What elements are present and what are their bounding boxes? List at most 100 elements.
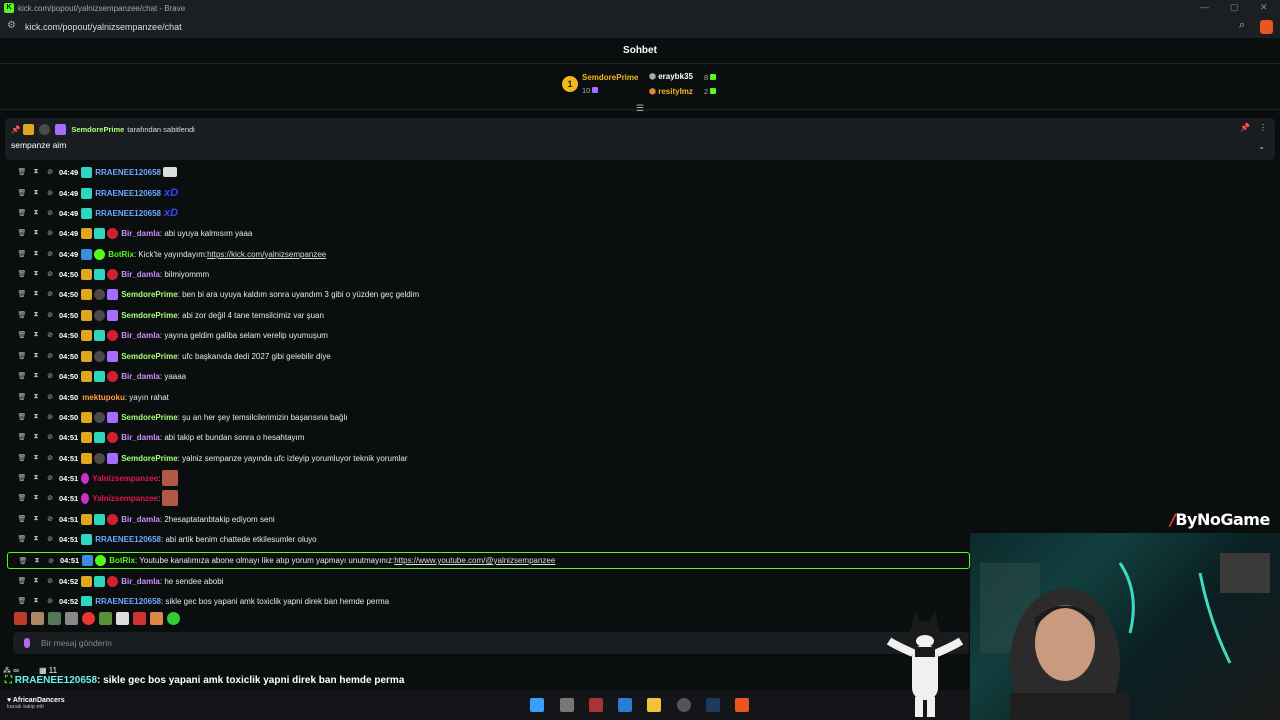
ban-icon[interactable]: ⊘ [43, 474, 57, 482]
delete-message-icon[interactable]: 🗑 [15, 474, 29, 482]
chat-message-row[interactable]: 🗑 ⧗ ⊘ 04:51 Bir_damla: 2hesaptatanbtakip edi… [15, 511, 275, 527]
timeout-icon[interactable]: ⧗ [29, 250, 43, 258]
timeout-icon[interactable]: ⧗ [29, 311, 43, 319]
message-link[interactable]: https://kick.com/yalnizsempanzee [207, 250, 326, 259]
leader-first-name[interactable]: SemdorePrime [582, 73, 638, 82]
chat-message-row[interactable]: 🗑 ⧗ ⊘ 04:51 Yalnizsempanzee: [15, 470, 179, 486]
task-view-icon[interactable] [560, 698, 574, 712]
message-username[interactable]: RRAENEE120658 [95, 209, 161, 218]
zoom-icon[interactable]: ⌕ [1239, 19, 1245, 32]
ban-icon[interactable]: ⊘ [43, 494, 57, 502]
ban-icon[interactable]: ⊘ [43, 454, 57, 462]
timeout-icon[interactable]: ⧗ [29, 189, 43, 197]
app-icon[interactable] [589, 698, 603, 712]
chat-message-row[interactable]: 🗑 ⧗ ⊘ 04:49 Bir_damla: abi uyuya kalmısım ya… [15, 225, 252, 241]
delete-message-icon[interactable]: 🗑 [15, 168, 29, 176]
message-username[interactable]: Bir_damla [121, 229, 160, 238]
chat-message-row[interactable]: 🗑 ⧗ ⊘ 04:52 RRAENEE120658: sikle gec bos yap… [15, 593, 389, 606]
chat-message-row[interactable]: 🗑 ⧗ ⊘ 04:50 SemdorePrime: abi zor değil 4 ta… [15, 307, 324, 323]
delete-message-icon[interactable]: 🗑 [15, 209, 29, 217]
chat-input[interactable]: Bir mesaj gönderin [13, 632, 969, 654]
delete-message-icon[interactable]: 🗑 [15, 189, 29, 197]
store-icon[interactable] [618, 698, 632, 712]
message-username[interactable]: Yalnizsempanzee [92, 494, 158, 503]
ban-icon[interactable]: ⊘ [43, 331, 57, 339]
close-icon[interactable]: ✕ [1260, 2, 1268, 13]
url-text[interactable]: kick.com/popout/yalnizsempanzee/chat [25, 22, 182, 32]
delete-message-icon[interactable]: 🗑 [15, 331, 29, 339]
message-username[interactable]: Bir_damla [121, 515, 160, 524]
timeout-icon[interactable]: ⧗ [29, 372, 43, 380]
steam-icon[interactable] [706, 698, 720, 712]
ban-icon[interactable]: ⊘ [43, 393, 57, 401]
minimize-icon[interactable]: — [1200, 2, 1209, 12]
delete-message-icon[interactable]: 🗑 [15, 515, 29, 523]
chat-message-row[interactable]: 🗑 ⧗ ⊘ 04:52 Bir_damla: he sendee abobi [15, 573, 223, 589]
ban-icon[interactable]: ⊘ [43, 577, 57, 585]
chat-message-row[interactable]: 🗑 ⧗ ⊘ 04:51 RRAENEE120658: abi artik benim c… [15, 531, 317, 547]
message-username[interactable]: Yalnizsempanzee [92, 474, 158, 483]
message-username[interactable]: SemdorePrime [121, 311, 177, 320]
message-username[interactable]: Bir_damla [121, 270, 160, 279]
windows-start-icon[interactable] [530, 698, 544, 712]
emote-icon[interactable] [31, 612, 44, 625]
ban-icon[interactable]: ⊘ [43, 433, 57, 441]
delete-message-icon[interactable]: 🗑 [15, 577, 29, 585]
message-username[interactable]: RRAENEE120658 [95, 597, 161, 606]
timeout-icon[interactable]: ⧗ [29, 331, 43, 339]
delete-message-icon[interactable]: 🗑 [16, 557, 30, 565]
message-username[interactable]: mektupoku [82, 393, 125, 402]
emote-icon[interactable] [150, 612, 163, 625]
folder-icon[interactable] [647, 698, 661, 712]
message-username[interactable]: RRAENEE120658 [95, 535, 161, 544]
chat-message-row[interactable]: 🗑 ⧗ ⊘ 04:50 Bir_damla: yayına geldim galiba … [15, 327, 328, 343]
delete-message-icon[interactable]: 🗑 [15, 270, 29, 278]
ban-icon[interactable]: ⊘ [43, 372, 57, 380]
timeout-icon[interactable]: ⧗ [29, 413, 43, 421]
chat-message-row[interactable]: 🗑 ⧗ ⊘ 04:50 SemdorePrime: ufc başkanıda dedi… [15, 348, 331, 364]
emote-icon[interactable] [133, 612, 146, 625]
leader-second-name[interactable]: eraybk35 [658, 72, 693, 81]
chat-input-placeholder[interactable]: Bir mesaj gönderin [41, 638, 112, 648]
delete-message-icon[interactable]: 🗑 [15, 229, 29, 237]
more-options-icon[interactable]: ⋮ [1259, 123, 1267, 132]
leader-third-name[interactable]: resityImz [658, 87, 693, 96]
timeout-icon[interactable]: ⧗ [29, 494, 43, 502]
message-username[interactable]: Bir_damla [121, 433, 160, 442]
ban-icon[interactable]: ⊘ [43, 352, 57, 360]
emote-icon[interactable] [82, 612, 95, 625]
timeout-icon[interactable]: ⧗ [29, 270, 43, 278]
delete-message-icon[interactable]: 🗑 [15, 454, 29, 462]
obs-icon[interactable] [677, 698, 691, 712]
emote-icon[interactable] [99, 612, 112, 625]
chat-message-row[interactable]: 🗑 ⧗ ⊘ 04:51 Bir_damla: abi takip et bundan s… [15, 429, 304, 445]
address-bar[interactable]: ⚙ kick.com/popout/yalnizsempanzee/chat ⌕ [0, 16, 1280, 38]
timeout-icon[interactable]: ⧗ [29, 352, 43, 360]
chevron-down-icon[interactable]: ⌄ [1258, 142, 1265, 151]
emote-icon[interactable] [167, 612, 180, 625]
delete-message-icon[interactable]: 🗑 [15, 597, 29, 605]
message-username[interactable]: Bir_damla [121, 331, 160, 340]
message-username[interactable]: SemdorePrime [121, 454, 177, 463]
delete-message-icon[interactable]: 🗑 [15, 433, 29, 441]
message-username[interactable]: BotRix [109, 556, 135, 565]
chat-message-row[interactable]: 🗑 ⧗ ⊘ 04:49 RRAENEE120658 xD [15, 205, 179, 221]
message-username[interactable]: SemdorePrime [121, 352, 177, 361]
message-username[interactable]: SemdorePrime [121, 413, 177, 422]
ban-icon[interactable]: ⊘ [43, 311, 57, 319]
emote-icon[interactable] [14, 612, 27, 625]
chat-message-row[interactable]: 🗑 ⧗ ⊘ 04:50 SemdorePrime: şu an her şey tems… [15, 409, 348, 425]
timeout-icon[interactable]: ⧗ [29, 454, 43, 462]
chat-message-row[interactable]: 🗑 ⧗ ⊘ 04:49 BotRix: Kick'te yayındayım: http… [15, 246, 326, 262]
delete-message-icon[interactable]: 🗑 [15, 250, 29, 258]
timeout-icon[interactable]: ⧗ [29, 393, 43, 401]
delete-message-icon[interactable]: 🗑 [15, 352, 29, 360]
emote-icon[interactable] [48, 612, 61, 625]
ban-icon[interactable]: ⊘ [44, 557, 58, 565]
chat-message-row[interactable]: 🗑 ⧗ ⊘ 04:50 Bir_damla: yaaaa [15, 368, 186, 384]
ban-icon[interactable]: ⊘ [43, 413, 57, 421]
message-username[interactable]: Bir_damla [121, 372, 160, 381]
message-username[interactable]: SemdorePrime [121, 290, 177, 299]
brave-shield-icon[interactable] [1260, 20, 1273, 34]
message-link[interactable]: https://www.youtube.com/@yalnizsempanzee [394, 556, 555, 565]
